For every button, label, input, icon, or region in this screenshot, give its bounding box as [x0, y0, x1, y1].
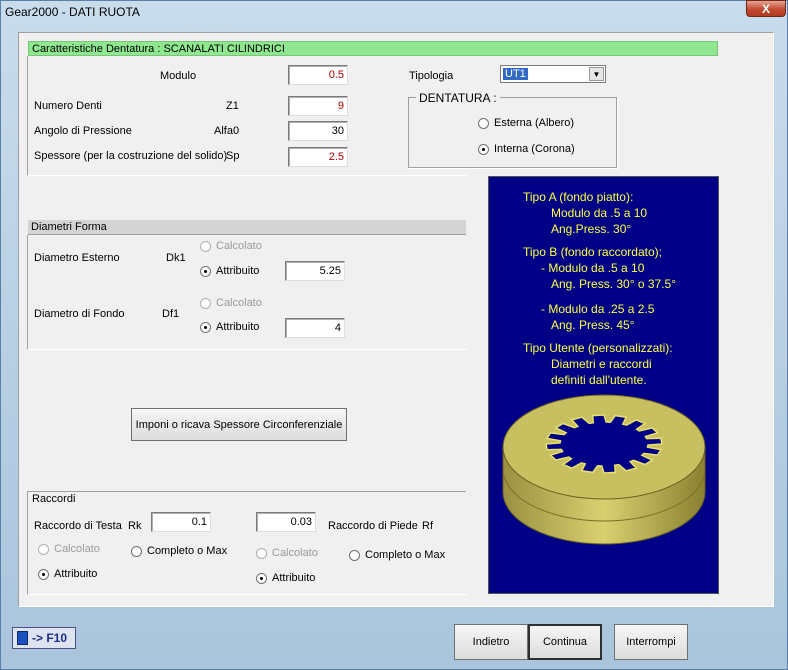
z1-symbol: Z1 — [226, 100, 239, 112]
alfa0-symbol: Alfa0 — [214, 125, 240, 137]
diametro-esterno-label: Diametro Esterno — [34, 252, 120, 264]
radio-off-icon — [478, 117, 489, 129]
radio-off-icon — [256, 547, 267, 559]
numero-denti-input[interactable]: 9 — [288, 96, 348, 116]
spessore-input[interactable]: 2.5 — [288, 147, 348, 167]
radio-on-icon — [200, 321, 211, 333]
esterna-radio[interactable]: Esterna (Albero) — [478, 117, 574, 129]
rf-symbol: Rf — [422, 520, 433, 532]
piede-calcolato-radio[interactable]: Calcolato — [256, 547, 318, 559]
diametri-header: Diametri Forma — [28, 220, 466, 235]
title-bar[interactable]: Gear2000 - DATI RUOTA X — [1, 0, 787, 23]
piede-completo-label: Completo o Max — [365, 549, 446, 561]
gear-illustration — [502, 394, 706, 545]
fondo-calcolato-radio[interactable]: Calcolato — [200, 297, 262, 309]
testa-attribuito-label: Attribuito — [54, 568, 98, 580]
numero-denti-label: Numero Denti — [34, 100, 102, 112]
info-line: Modulo da .5 a 10 — [551, 206, 648, 220]
info-line: Ang. Press. 45° — [551, 318, 635, 332]
interna-radio[interactable]: Interna (Corona) — [478, 143, 575, 155]
tipologia-label: Tipologia — [409, 70, 454, 82]
radio-on-icon — [200, 265, 211, 277]
radio-off-icon — [349, 549, 360, 561]
radio-off-icon — [200, 297, 211, 309]
info-line: Tipo Utente (personalizzati): — [523, 341, 673, 355]
info-line: Tipo A (fondo piatto): — [523, 190, 634, 204]
info-line: definiti dall'utente. — [551, 373, 647, 387]
testa-attribuito-radio[interactable]: Attribuito — [38, 568, 97, 580]
interrompi-button[interactable]: Interrompi — [614, 624, 688, 660]
esterno-calcolato-label: Calcolato — [216, 240, 262, 252]
radio-off-icon — [200, 240, 211, 252]
fondo-attribuito-radio[interactable]: Attribuito — [200, 321, 259, 333]
imponi-spessore-button[interactable]: Imponi o ricava Spessore Circonferenzial… — [131, 408, 347, 441]
f10-label: -> F10 — [32, 631, 68, 645]
tipologia-select[interactable]: UT1 ▼ — [500, 65, 606, 83]
modulo-label: Modulo — [160, 70, 197, 82]
info-line: Ang. Press. 30° o 37.5° — [551, 277, 677, 291]
radio-off-icon — [38, 543, 49, 555]
piede-completo-radio[interactable]: Completo o Max — [349, 549, 445, 561]
diametro-fondo-input[interactable]: 4 — [285, 318, 345, 338]
esterno-calcolato-radio[interactable]: Calcolato — [200, 240, 262, 252]
esterno-attribuito-radio[interactable]: Attribuito — [200, 265, 259, 277]
calculator-icon — [17, 631, 28, 645]
radio-on-icon — [478, 143, 489, 155]
info-panel: Tipo A (fondo piatto): Modulo da .5 a 10… — [488, 176, 719, 594]
dk1-symbol: Dk1 — [166, 252, 186, 264]
angolo-label: Angolo di Pressione — [34, 125, 132, 137]
f10-calculator-button[interactable]: -> F10 — [12, 627, 76, 649]
fondo-attribuito-label: Attribuito — [216, 321, 260, 333]
interna-label: Interna (Corona) — [494, 143, 575, 155]
dentatura-group — [408, 97, 617, 168]
radio-on-icon — [38, 568, 49, 580]
dentatura-group-title: DENTATURA : — [416, 91, 500, 105]
modulo-input[interactable]: 0.5 — [288, 65, 348, 85]
info-line: - Modulo da .5 a 10 — [541, 261, 645, 275]
df1-symbol: Df1 — [162, 308, 180, 320]
diametro-esterno-input[interactable]: 5.25 — [285, 261, 345, 281]
indietro-button[interactable]: Indietro — [454, 624, 528, 660]
testa-completo-label: Completo o Max — [147, 545, 228, 557]
info-line: Diametri e raccordi — [551, 357, 652, 371]
raccordo-testa-label: Raccordo di Testa — [34, 520, 122, 532]
info-line: Tipo B (fondo raccordato); — [523, 245, 662, 259]
angolo-input[interactable]: 30 — [288, 121, 348, 141]
piede-calcolato-label: Calcolato — [272, 547, 318, 559]
esterna-label: Esterna (Albero) — [494, 117, 575, 129]
radio-off-icon — [131, 545, 142, 557]
sp-symbol: Sp — [226, 150, 240, 162]
testa-calcolato-radio[interactable]: Calcolato — [38, 543, 100, 555]
info-line: - Modulo da .25 a 2.5 — [541, 302, 655, 316]
close-button[interactable]: X — [746, 0, 786, 17]
piede-attribuito-label: Attribuito — [272, 572, 316, 584]
chevron-down-icon[interactable]: ▼ — [589, 67, 604, 81]
piede-attribuito-radio[interactable]: Attribuito — [256, 572, 315, 584]
dentatura-header: Caratteristiche Dentatura : SCANALATI CI… — [28, 41, 718, 56]
testa-completo-radio[interactable]: Completo o Max — [131, 545, 227, 557]
tipologia-value: UT1 — [503, 68, 528, 80]
continua-button[interactable]: Continua — [528, 624, 602, 660]
rk-symbol: Rk — [128, 520, 142, 532]
raccordo-testa-input[interactable]: 0.1 — [151, 512, 211, 532]
testa-calcolato-label: Calcolato — [54, 543, 100, 555]
raccordo-piede-input[interactable]: 0.03 — [256, 512, 316, 532]
spessore-label: Spessore (per la costruzione del solido) — [34, 150, 228, 162]
window-title: Gear2000 - DATI RUOTA — [5, 5, 140, 19]
fondo-calcolato-label: Calcolato — [216, 297, 262, 309]
diametro-fondo-label: Diametro di Fondo — [34, 308, 125, 320]
raccordo-piede-label: Raccordo di Piede — [328, 520, 418, 532]
info-line: Ang.Press. 30° — [551, 222, 632, 236]
radio-on-icon — [256, 572, 267, 584]
esterno-attribuito-label: Attribuito — [216, 265, 260, 277]
